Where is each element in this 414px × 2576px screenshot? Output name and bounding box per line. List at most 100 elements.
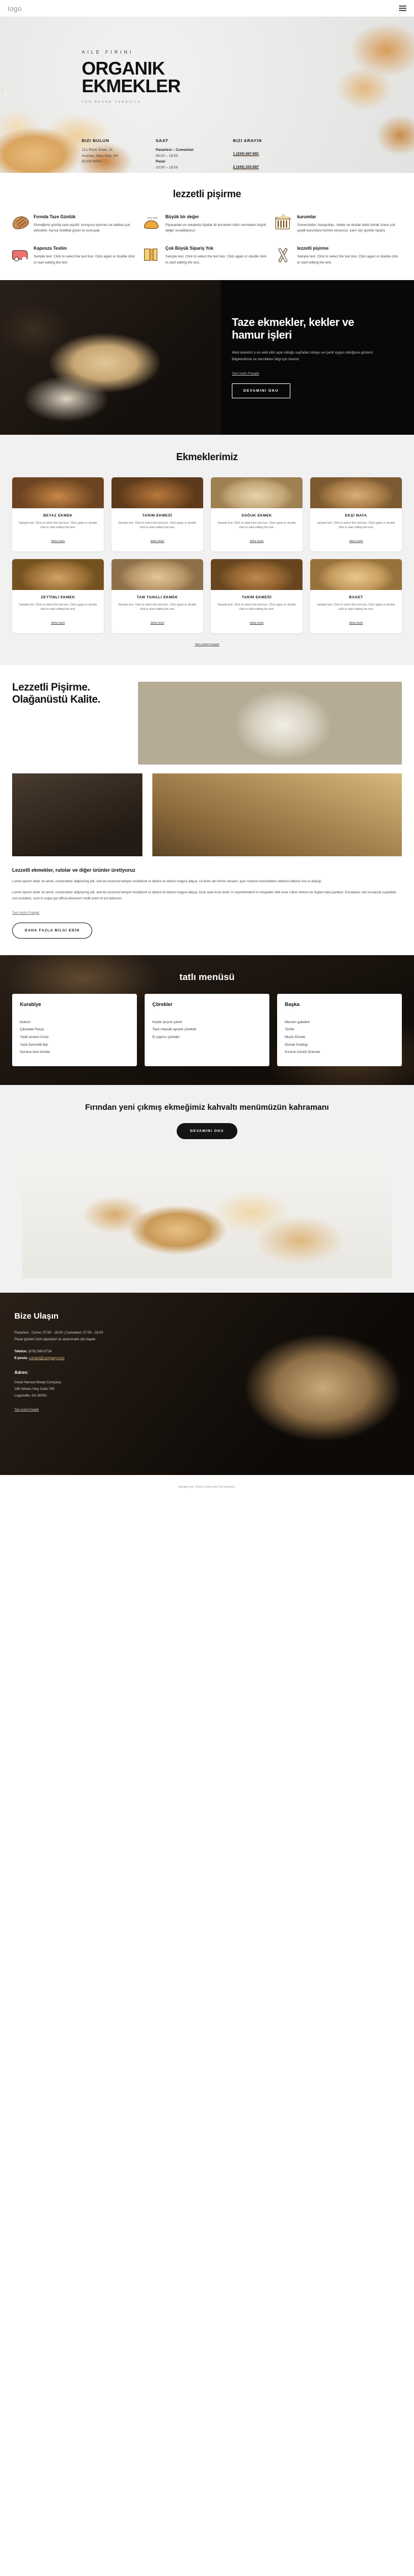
- hero-title-line-2: EKMEKLER: [82, 76, 181, 96]
- menu-column-heading: Çörekler: [152, 1001, 173, 1007]
- product-link[interactable]: daha fazla: [349, 621, 363, 625]
- info-column-location: BIZI BULUN 121 Rock Sreet, 21 Avenue, Ne…: [82, 138, 156, 173]
- menu-item: Çikolatalı Parça: [20, 1028, 44, 1032]
- hero-section: AILE FIRINI ORGANIK EKMEKLER TÜN BEGAN Y…: [0, 17, 414, 173]
- hero-subtitle: TÜN BEGAN YEREZILE: [82, 100, 141, 104]
- product-image: [310, 477, 402, 508]
- dark-promo-heading: Taze ekmekler, kekler ve hamur işleri: [232, 317, 354, 342]
- feature-title: Çok Büyük Sipariş Yok: [165, 246, 214, 251]
- menu-divider: · · ·: [285, 1012, 293, 1016]
- product-card[interactable]: TAM TAHILLI EKMEK Sample text. Click to …: [112, 559, 203, 633]
- product-desc: Sample text. Click to select the text bo…: [19, 521, 97, 530]
- menu-grid: Kurabiye · · · bisküvi Çikolatalı Parça …: [0, 993, 414, 1066]
- menu-item: Tartlet: [285, 1028, 294, 1032]
- site-logo[interactable]: logo: [8, 4, 22, 13]
- product-name: TARIM EKMEĞİ: [142, 513, 173, 518]
- menu-content: tatlı menüsü Kurabiye · · · bisküvi Çiko…: [0, 972, 414, 1066]
- quality-image-baker: [12, 773, 142, 856]
- institution-bank-icon: [275, 214, 292, 231]
- quality-section: Lezzetli Pişirme. Olağanüstü Kalite. Lez…: [0, 665, 414, 955]
- product-card[interactable]: SOĞUK EKMEK Sample text. Click to select…: [211, 477, 302, 551]
- product-link[interactable]: daha fazla: [151, 540, 164, 543]
- features-title: lezzetli pişirme: [173, 188, 241, 199]
- product-card[interactable]: TARIM EKMEĞİ Sample text. Click to selec…: [112, 477, 203, 551]
- hero-title-line-1: ORGANIK: [82, 58, 165, 79]
- feature-item: 〰〰 Büyük bir değer Piyasadaki en rekabet…: [144, 214, 270, 234]
- email-label: E-posta:: [14, 1356, 28, 1360]
- product-link[interactable]: daha fazla: [250, 540, 264, 543]
- product-card[interactable]: BEYAZ EKMEK Sample text. Click to select…: [12, 477, 104, 551]
- info-heading: SAAT: [156, 138, 168, 143]
- products-note: Tam resim Freepik: [0, 643, 414, 646]
- menu-item: Mevsim gatetleri: [285, 1020, 310, 1024]
- menu-item: Yulaf Zencefilli Bar: [20, 1042, 49, 1047]
- feature-title: Fırında Taze Günlük: [34, 214, 76, 219]
- quality-paragraph: Lorem ipsum dolor sit amet, consectetur …: [12, 879, 322, 883]
- product-desc: Sample text. Click to select the text bo…: [217, 603, 296, 612]
- menu-item: Taze meyveli ayrantı çörekler: [152, 1028, 197, 1032]
- image-credit-link[interactable]: Tam resim Freepik: [14, 1408, 39, 1411]
- phone-link[interactable]: 1 (234) 567-891: [233, 152, 259, 157]
- contact-email-row: E-posta: contact@company.com: [14, 1355, 201, 1362]
- quality-subheading: Lezzetli ekmekler, rulolar ve diğer ürün…: [12, 867, 136, 873]
- read-more-button[interactable]: DEVAMINI OKU: [232, 383, 290, 398]
- menu-item: Klasik tarçınlı çörek: [152, 1020, 182, 1024]
- product-name: BAGET: [349, 595, 363, 599]
- image-credit-link[interactable]: Tam resim Freepik: [12, 912, 39, 915]
- hero-eyebrow: AILE FIRINI: [82, 49, 134, 55]
- page-root: logo AILE FIRINI ORGANIK EKMEKLER TÜN BE…: [0, 0, 414, 1498]
- product-link[interactable]: daha fazla: [51, 540, 65, 543]
- menu-item: Sezona özel ürünler: [20, 1050, 51, 1055]
- address-line: Loganville, GA 30052: [14, 1394, 47, 1398]
- product-link[interactable]: daha fazla: [51, 621, 65, 625]
- dark-promo-section: Taze ekmekler, kekler ve hamur işleri We…: [0, 280, 414, 435]
- hamburger-menu-icon[interactable]: [399, 6, 406, 11]
- contact-note: Tam resim Freepik: [14, 1408, 201, 1411]
- product-card[interactable]: EKŞİ MAYA Sample text. Click to select t…: [310, 477, 402, 551]
- image-credit-link[interactable]: Tam metin Freepik: [232, 372, 259, 376]
- features-section: lezzetli pişirme Fırında Taze Günlük Ekm…: [0, 173, 414, 280]
- feature-item: Çok Büyük Sipariş Yok Sample text. Click…: [144, 246, 270, 265]
- product-desc: Sample text. Click to select the text bo…: [118, 603, 197, 612]
- dark-promo-content: Taze ekmekler, kekler ve hamur işleri We…: [232, 317, 381, 398]
- product-link[interactable]: daha fazla: [349, 540, 363, 543]
- image-credit-link[interactable]: Tam resim Freepik: [195, 643, 219, 646]
- cta-read-more-button[interactable]: DEVAMINI OKU: [177, 1123, 237, 1140]
- learn-more-button[interactable]: DAHA FAZLA BİLGİ EDİN: [12, 922, 93, 939]
- contact-hours-line: Pazar günleri özel siparişleri ve atıştı…: [14, 1337, 95, 1342]
- product-card[interactable]: TARIM EKMEĞİ Sample text. Click to selec…: [211, 559, 302, 633]
- product-link[interactable]: daha fazla: [151, 621, 164, 625]
- contact-content: Bize Ulaşın Pazartesi - Cuma: 07:00 - 18…: [0, 1293, 215, 1427]
- address-line: 92103-9000: [82, 160, 102, 164]
- package-box-icon: [144, 246, 161, 262]
- email-value[interactable]: contact@company.com: [29, 1356, 64, 1360]
- menu-column-cookies: Kurabiye · · · bisküvi Çikolatalı Parça …: [12, 993, 137, 1066]
- address-line: Great Harvest Bread Company: [14, 1381, 61, 1385]
- contact-section: Bize Ulaşın Pazartesi - Cuma: 07:00 - 18…: [0, 1293, 414, 1476]
- menu-item: bisküvi: [20, 1020, 30, 1024]
- feature-item: Kapınıza Teslim Sample text. Click to se…: [12, 246, 139, 265]
- product-image: [211, 559, 302, 590]
- hero-info-bar: BIZI BULUN 121 Rock Sreet, 21 Avenue, Ne…: [0, 132, 414, 173]
- delivery-truck-icon: [12, 246, 29, 262]
- product-card[interactable]: BAGET Sample text. Click to select the t…: [310, 559, 402, 633]
- product-name: TARIM EKMEĞİ: [241, 595, 272, 599]
- address-line: Avenue, New York, NY: [82, 154, 119, 158]
- contact-phone-row: Telefon: (678) 580-0734: [14, 1348, 201, 1355]
- product-link[interactable]: daha fazla: [250, 621, 264, 625]
- cta-heading: Fırından yeni çıkmış ekmeğimiz kahvaltı …: [85, 1103, 329, 1112]
- whisk-rolling-pin-icon: [275, 246, 292, 262]
- menu-item: Muzlu Ekmek: [285, 1035, 306, 1039]
- menu-item: Ekmek Pudingi: [285, 1042, 308, 1047]
- product-card[interactable]: ZEYTİNLİ EKMEK Sample text. Click to sel…: [12, 559, 104, 633]
- product-name: BEYAZ EKMEK: [43, 513, 73, 518]
- phone-value[interactable]: (678) 580-0734: [28, 1350, 51, 1353]
- phone-link[interactable]: 2 (345) 333-897: [233, 165, 259, 170]
- menu-column-heading: Kurabiye: [20, 1001, 41, 1007]
- feature-desc: Üniversiteler, havayolları, oteller ve o…: [297, 223, 395, 233]
- contact-hours-line: Pazartesi - Cuma: 07:00 - 18:00 | Cumart…: [14, 1331, 103, 1335]
- menu-item: Kızılcık Cevizli Granola: [285, 1050, 320, 1055]
- products-grid: BEYAZ EKMEK Sample text. Click to select…: [0, 477, 414, 633]
- product-desc: Sample text. Click to select the text bo…: [118, 521, 197, 530]
- product-name: ZEYTİNLİ EKMEK: [41, 595, 75, 599]
